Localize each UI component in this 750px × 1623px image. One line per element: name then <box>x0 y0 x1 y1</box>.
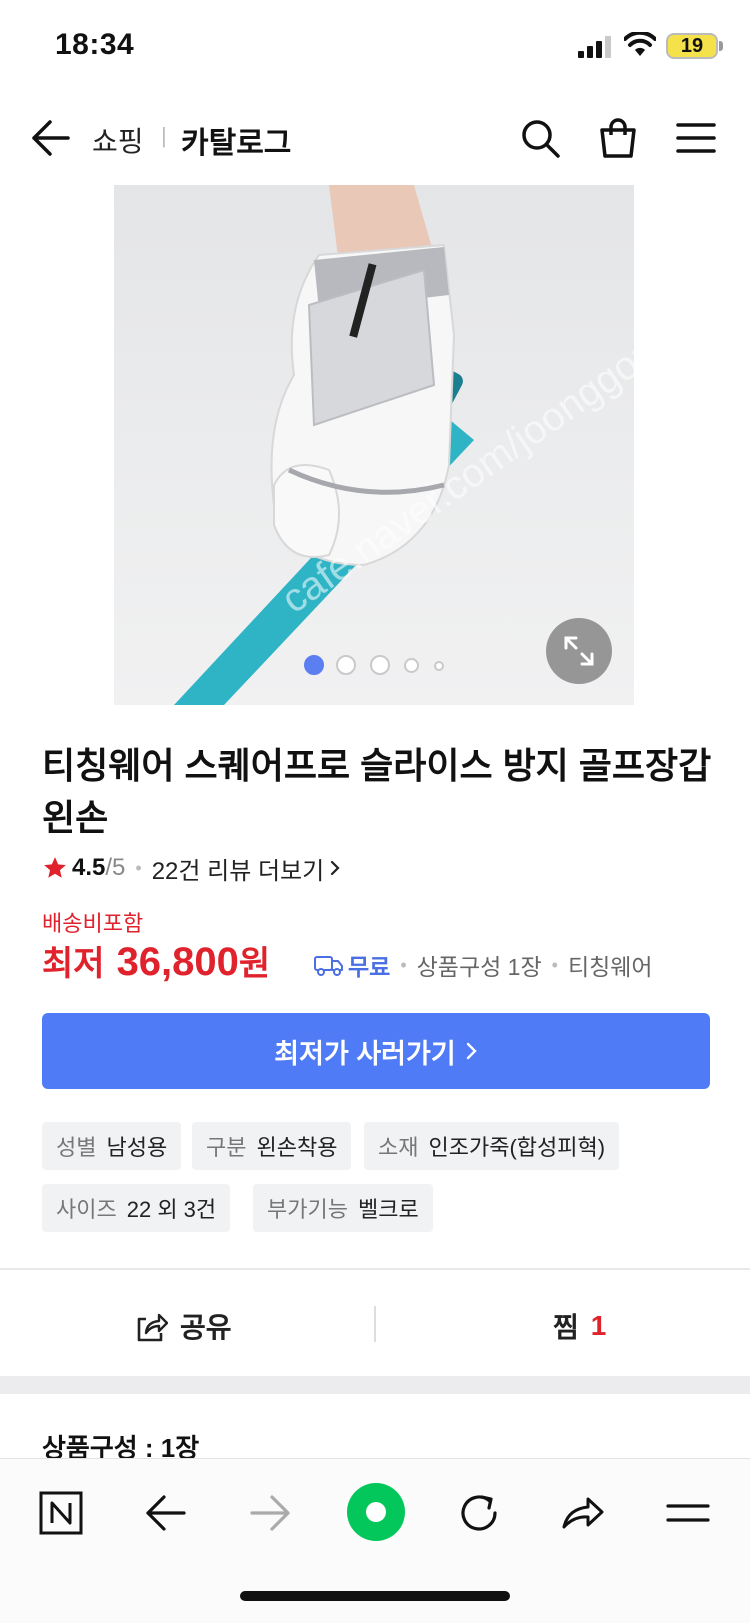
forward-icon[interactable] <box>246 1489 294 1537</box>
naver-green-dot-icon[interactable] <box>345 1481 407 1543</box>
bullet-separator: • <box>551 954 558 975</box>
browser-toolbar <box>0 1458 750 1623</box>
price-row: 최저 36,800 원 <box>42 936 270 992</box>
star-icon <box>44 857 66 878</box>
spec-value: 인조가죽(합성피혁) <box>428 1135 606 1160</box>
wifi-icon <box>624 32 656 56</box>
price-value: 36,800 <box>116 940 239 984</box>
chevron-right-icon <box>466 1042 477 1060</box>
section-divider <box>0 1376 750 1394</box>
breadcrumb-shopping[interactable]: 쇼핑 <box>92 120 144 160</box>
action-row: 공유 찜 1 <box>0 1270 750 1376</box>
shopping-bag-icon[interactable] <box>596 116 640 160</box>
share-icon <box>137 1313 168 1342</box>
menu-icon[interactable] <box>674 116 718 160</box>
expand-image-button[interactable] <box>546 618 612 684</box>
menu-icon[interactable] <box>664 1489 712 1537</box>
gallery-dot-4[interactable] <box>404 658 419 673</box>
home-indicator[interactable] <box>240 1591 510 1601</box>
expand-icon <box>564 636 594 666</box>
gallery-dot-1[interactable] <box>304 655 324 675</box>
shipping-included-label: 배송비포함 <box>42 911 144 936</box>
spec-value: 남성용 <box>106 1135 168 1160</box>
rating-max: /5 <box>105 854 126 881</box>
wish-count: 1 <box>590 1310 607 1341</box>
naver-n-icon[interactable] <box>37 1489 85 1537</box>
price-meta: 무료 • 상품구성 1장 • 티칭웨어 <box>314 948 653 982</box>
breadcrumb-catalog[interactable]: 카탈로그 <box>181 118 291 162</box>
lowest-price-label: 최저 <box>42 945 105 983</box>
spec-key: 소재 <box>378 1135 419 1160</box>
refresh-icon[interactable] <box>455 1489 503 1537</box>
spec-value: 22 외 3건 <box>126 1197 217 1222</box>
spec-chip-type[interactable]: 구분 왼손착용 <box>192 1122 352 1170</box>
search-icon[interactable] <box>518 116 562 160</box>
cellular-signal-icon <box>578 36 611 58</box>
share-label: 공유 <box>180 1312 232 1343</box>
gallery-dot-3[interactable] <box>370 655 390 675</box>
brand-name[interactable]: 티칭웨어 <box>568 948 653 982</box>
back-icon[interactable] <box>142 1489 190 1537</box>
status-time: 18:34 <box>55 28 135 61</box>
spec-chip-material[interactable]: 소재 인조가죽(합성피혁) <box>364 1122 620 1170</box>
spec-key: 성별 <box>56 1135 97 1160</box>
wish-button[interactable]: 찜 1 <box>553 1306 606 1346</box>
spec-chip-size[interactable]: 사이즈 22 외 3건 <box>42 1184 231 1232</box>
gallery-dot-2[interactable] <box>336 655 356 675</box>
battery-indicator: 19 <box>666 33 718 59</box>
spec-key: 구분 <box>206 1135 247 1160</box>
chevron-right-icon <box>331 860 340 876</box>
review-link[interactable]: 22건 리뷰 더보기 <box>152 851 325 886</box>
bullet-separator: • <box>135 857 142 878</box>
rating-row: 4.5 /5 • 22건 리뷰 더보기 <box>42 850 342 886</box>
spec-chip-gender[interactable]: 성별 남성용 <box>42 1122 182 1170</box>
composition-meta: 상품구성 1장 <box>416 954 542 980</box>
delivery-truck-icon <box>314 956 343 976</box>
breadcrumb-separator: | <box>161 123 167 148</box>
spec-value: 왼손착용 <box>256 1135 338 1160</box>
spec-value: 벨크로 <box>357 1197 419 1222</box>
wish-label: 찜 <box>553 1312 579 1343</box>
battery-tip <box>719 41 723 51</box>
price-unit: 원 <box>238 945 271 983</box>
free-shipping-label: 무료 <box>348 954 391 980</box>
app-header: 쇼핑 | 카탈로그 <box>0 100 750 180</box>
bullet-separator: • <box>400 954 407 975</box>
spec-key: 부가기능 <box>267 1197 348 1222</box>
buy-lowest-price-button[interactable]: 최저가 사러가기 <box>42 1013 710 1089</box>
spec-chip-feature[interactable]: 부가기능 벨크로 <box>253 1184 433 1232</box>
back-arrow-icon[interactable] <box>28 116 72 160</box>
buy-button-label: 최저가 사러가기 <box>274 1038 456 1069</box>
share-button[interactable]: 공유 <box>134 1306 232 1346</box>
spec-key: 사이즈 <box>56 1197 117 1222</box>
share-arrow-icon[interactable] <box>558 1489 606 1537</box>
rating-score: 4.5 <box>72 854 106 881</box>
status-bar: 18:34 19 <box>0 0 750 90</box>
gallery-dot-5[interactable] <box>434 661 444 671</box>
product-title: 티칭웨어 스퀘어프로 슬라이스 방지 골프장갑 왼손 <box>42 745 712 838</box>
action-separator <box>374 1306 376 1342</box>
